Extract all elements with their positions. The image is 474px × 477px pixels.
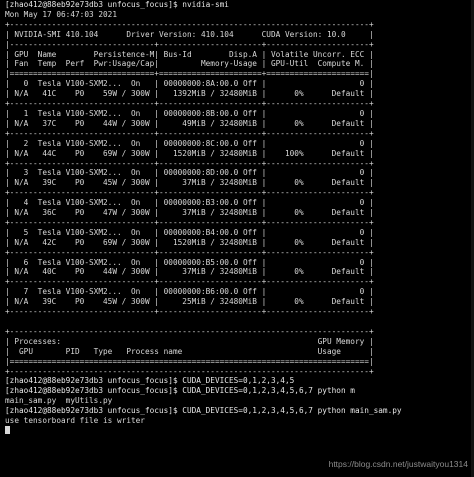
smi-column-header-row-2: | Fan Temp Perf Pwr:Usage/Cap| Memory-Us… — [5, 59, 374, 69]
gpu-7-row-2: | N/A 39C P0 45W / 300W | 25MiB / 32480M… — [5, 297, 374, 307]
gpu-row-separator: +-------------------------------+-------… — [5, 217, 374, 227]
gpu-4-row-1: | 4 Tesla V100-SXM2... On | 00000000:B3:… — [5, 198, 374, 208]
terminal-line-cuda-devices-command: [zhao412@88eb92e73db3 unfocus_focus]$ CU… — [5, 376, 295, 386]
text-cursor — [5, 425, 10, 434]
gpu-row-separator: +-------------------------------+-------… — [5, 128, 374, 138]
smi-version-row: | NVIDIA-SMI 410.104 Driver Version: 410… — [5, 29, 374, 39]
gpu-3-row-2: | N/A 39C P0 45W / 300W | 37MiB / 32480M… — [5, 178, 374, 188]
gpu-0-row-2: | N/A 41C P0 59W / 300W | 1392MiB / 3248… — [5, 89, 374, 99]
gpu-row-separator: +-------------------------------+-------… — [5, 277, 374, 287]
processes-table-bottom-border: +---------------------------------------… — [5, 366, 374, 376]
gpu-7-row-1: | 7 Tesla V100-SXM2... On | 00000000:B6:… — [5, 287, 374, 297]
gpu-row-separator: +-------------------------------+-------… — [5, 307, 374, 317]
terminal-line-timestamp: Mon May 17 06:47:03 2021 — [5, 9, 117, 19]
terminal-line-program-output: use tensorboard file is writer — [5, 416, 145, 426]
smi-column-header-row-1: | GPU Name Persistence-M| Bus-Id Disp.A … — [5, 49, 374, 59]
terminal-line-nvidia-smi-command: [zhao412@88eb92e73db3 unfocus_focus]$ nv… — [5, 0, 229, 9]
gpu-row-separator: +-------------------------------+-------… — [5, 99, 374, 109]
terminal-window[interactable]: [zhao412@88eb92e73db3 unfocus_focus]$ nv… — [5, 0, 471, 477]
gpu-5-row-2: | N/A 42C P0 69W / 300W | 1520MiB / 3248… — [5, 237, 374, 247]
processes-table-top-border: +---------------------------------------… — [5, 326, 374, 336]
gpu-5-row-1: | 5 Tesla V100-SXM2... On | 00000000:B4:… — [5, 227, 374, 237]
terminal-line-python-tab-completion-command: [zhao412@88eb92e73db3 unfocus_focus]$ CU… — [5, 386, 355, 396]
watermark-text: https://blog.csdn.net/justwaityou1314 — [328, 459, 468, 469]
gpu-1-row-2: | N/A 37C P0 44W / 300W | 49MiB / 32480M… — [5, 118, 374, 128]
smi-table-top-border: +---------------------------------------… — [5, 19, 374, 29]
gpu-row-separator: +-------------------------------+-------… — [5, 158, 374, 168]
gpu-2-row-2: | N/A 44C P0 69W / 300W | 1520MiB / 3248… — [5, 148, 374, 158]
gpu-row-separator: +-------------------------------+-------… — [5, 188, 374, 198]
gpu-3-row-1: | 3 Tesla V100-SXM2... On | 00000000:8D:… — [5, 168, 374, 178]
gpu-6-row-1: | 6 Tesla V100-SXM2... On | 00000000:B5:… — [5, 257, 374, 267]
terminal-line-python-run-command: [zhao412@88eb92e73db3 unfocus_focus]$ CU… — [5, 406, 402, 416]
smi-header-double-rule: |===============================+=======… — [5, 69, 374, 79]
gpu-2-row-1: | 2 Tesla V100-SXM2... On | 00000000:8C:… — [5, 138, 374, 148]
terminal-input-line[interactable] — [5, 425, 471, 436]
processes-title-row: | Processes: GPU Memory | — [5, 336, 374, 346]
terminal-line-completion-candidates: main_sam.py myUtils.py — [5, 396, 113, 406]
gpu-0-row-1: | 0 Tesla V100-SXM2... On | 00000000:8A:… — [5, 79, 374, 89]
gpu-row-separator: +-------------------------------+-------… — [5, 247, 374, 257]
smi-header-separator: |-------------------------------+-------… — [5, 39, 374, 49]
processes-double-rule: |=======================================… — [5, 356, 374, 366]
processes-column-header-row: | GPU PID Type Process name Usage | — [5, 346, 374, 356]
gpu-4-row-2: | N/A 36C P0 47W / 300W | 37MiB / 32480M… — [5, 208, 374, 218]
gpu-1-row-1: | 1 Tesla V100-SXM2... On | 00000000:8B:… — [5, 108, 374, 118]
gpu-6-row-2: | N/A 40C P0 44W / 300W | 37MiB / 32480M… — [5, 267, 374, 277]
